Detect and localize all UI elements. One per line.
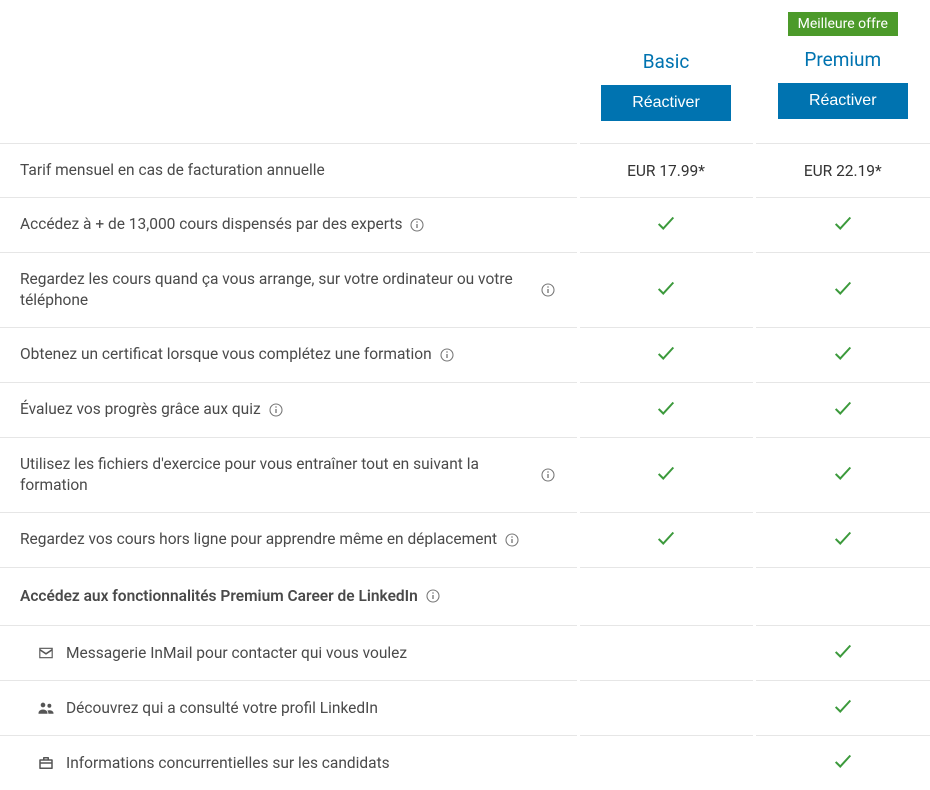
briefcase-icon: [36, 753, 56, 773]
feature-text: Accédez à + de 13,000 cours dispensés pa…: [20, 214, 402, 235]
section-premium-empty: [754, 567, 930, 625]
feature-premium: [754, 512, 930, 567]
info-icon[interactable]: [424, 587, 442, 605]
price-row: Tarif mensuel en cas de facturation annu…: [0, 144, 930, 198]
check-icon: [832, 695, 854, 721]
feature-label: Regardez les cours quand ça vous arrange…: [0, 252, 578, 327]
check-icon: [832, 342, 854, 368]
sub-feature-label: Messagerie InMail pour contacter qui vou…: [0, 625, 578, 680]
section-header-label: Accédez aux fonctionnalités Premium Care…: [0, 567, 578, 625]
feature-basic: [578, 382, 754, 437]
plan-header-basic: Basic Réactiver: [578, 0, 754, 144]
check-icon: [832, 212, 854, 238]
check-icon: [655, 397, 677, 423]
table-row: Obtenez un certificat lorsque vous compl…: [0, 327, 930, 382]
feature-basic: [578, 252, 754, 327]
check-icon: [832, 277, 854, 303]
sub-feature-text: Découvrez qui a consulté votre profil Li…: [66, 699, 378, 717]
check-icon: [832, 527, 854, 553]
feature-basic: [578, 512, 754, 567]
sub-feature-text: Messagerie InMail pour contacter qui vou…: [66, 644, 407, 662]
info-icon[interactable]: [408, 216, 426, 234]
feature-premium: [754, 252, 930, 327]
price-premium: EUR 22.19*: [754, 144, 930, 198]
sub-feature-premium: [754, 735, 930, 790]
feature-text: Obtenez un certificat lorsque vous compl…: [20, 344, 432, 365]
plan-header-row: Basic Réactiver Meilleure offre Premium …: [0, 0, 930, 144]
table-row: Informations concurrentielles sur les ca…: [0, 735, 930, 790]
table-row: Utilisez les fichiers d'exercice pour vo…: [0, 437, 930, 512]
feature-premium: [754, 327, 930, 382]
feature-text: Utilisez les fichiers d'exercice pour vo…: [20, 454, 533, 496]
price-label-text: Tarif mensuel en cas de facturation annu…: [20, 160, 325, 181]
feature-premium: [754, 382, 930, 437]
feature-premium: [754, 197, 930, 252]
table-row: Découvrez qui a consulté votre profil Li…: [0, 680, 930, 735]
feature-premium: [754, 437, 930, 512]
check-icon: [832, 397, 854, 423]
table-row: Messagerie InMail pour contacter qui vou…: [0, 625, 930, 680]
plan-header-premium: Meilleure offre Premium Réactiver: [754, 0, 930, 144]
pricing-comparison-table: Basic Réactiver Meilleure offre Premium …: [0, 0, 930, 790]
feature-basic: [578, 437, 754, 512]
check-icon: [655, 212, 677, 238]
check-icon: [655, 342, 677, 368]
people-icon: [36, 698, 56, 718]
plan-name-basic: Basic: [590, 50, 743, 73]
table-row: Accédez à + de 13,000 cours dispensés pa…: [0, 197, 930, 252]
feature-label: Obtenez un certificat lorsque vous compl…: [0, 327, 578, 382]
section-basic-empty: [578, 567, 754, 625]
table-row: Regardez vos cours hors ligne pour appre…: [0, 512, 930, 567]
sub-feature-label: Découvrez qui a consulté votre profil Li…: [0, 680, 578, 735]
sub-feature-basic: [578, 680, 754, 735]
sub-feature-basic: [578, 735, 754, 790]
check-icon: [832, 750, 854, 776]
reactivate-button-basic[interactable]: Réactiver: [601, 85, 731, 121]
table-row: Regardez les cours quand ça vous arrange…: [0, 252, 930, 327]
feature-text: Regardez vos cours hors ligne pour appre…: [20, 529, 497, 550]
feature-label: Utilisez les fichiers d'exercice pour vo…: [0, 437, 578, 512]
sub-feature-premium: [754, 680, 930, 735]
check-icon: [655, 277, 677, 303]
check-icon: [655, 462, 677, 488]
price-basic: EUR 17.99*: [578, 144, 754, 198]
info-icon[interactable]: [267, 401, 285, 419]
header-empty-cell: [0, 0, 578, 144]
check-icon: [655, 527, 677, 553]
section-header-text: Accédez aux fonctionnalités Premium Care…: [20, 586, 418, 607]
feature-label: Accédez à + de 13,000 cours dispensés pa…: [0, 197, 578, 252]
check-icon: [832, 640, 854, 666]
feature-basic: [578, 327, 754, 382]
feature-label: Évaluez vos progrès grâce aux quiz: [0, 382, 578, 437]
feature-basic: [578, 197, 754, 252]
mail-icon: [36, 643, 56, 663]
table-row: Accédez aux fonctionnalités Premium Care…: [0, 567, 930, 625]
reactivate-button-premium[interactable]: Réactiver: [778, 83, 908, 119]
sub-feature-text: Informations concurrentielles sur les ca…: [66, 754, 390, 772]
info-icon[interactable]: [503, 531, 521, 549]
info-icon[interactable]: [438, 346, 456, 364]
sub-feature-premium: [754, 625, 930, 680]
plan-name-premium: Premium: [766, 48, 921, 71]
price-row-label: Tarif mensuel en cas de facturation annu…: [0, 144, 578, 198]
table-row: Évaluez vos progrès grâce aux quiz: [0, 382, 930, 437]
sub-feature-basic: [578, 625, 754, 680]
feature-text: Regardez les cours quand ça vous arrange…: [20, 269, 533, 311]
info-icon[interactable]: [539, 281, 557, 299]
feature-label: Regardez vos cours hors ligne pour appre…: [0, 512, 578, 567]
info-icon[interactable]: [539, 466, 557, 484]
sub-feature-label: Informations concurrentielles sur les ca…: [0, 735, 578, 790]
feature-text: Évaluez vos progrès grâce aux quiz: [20, 399, 261, 420]
check-icon: [832, 462, 854, 488]
best-offer-badge: Meilleure offre: [788, 12, 898, 36]
